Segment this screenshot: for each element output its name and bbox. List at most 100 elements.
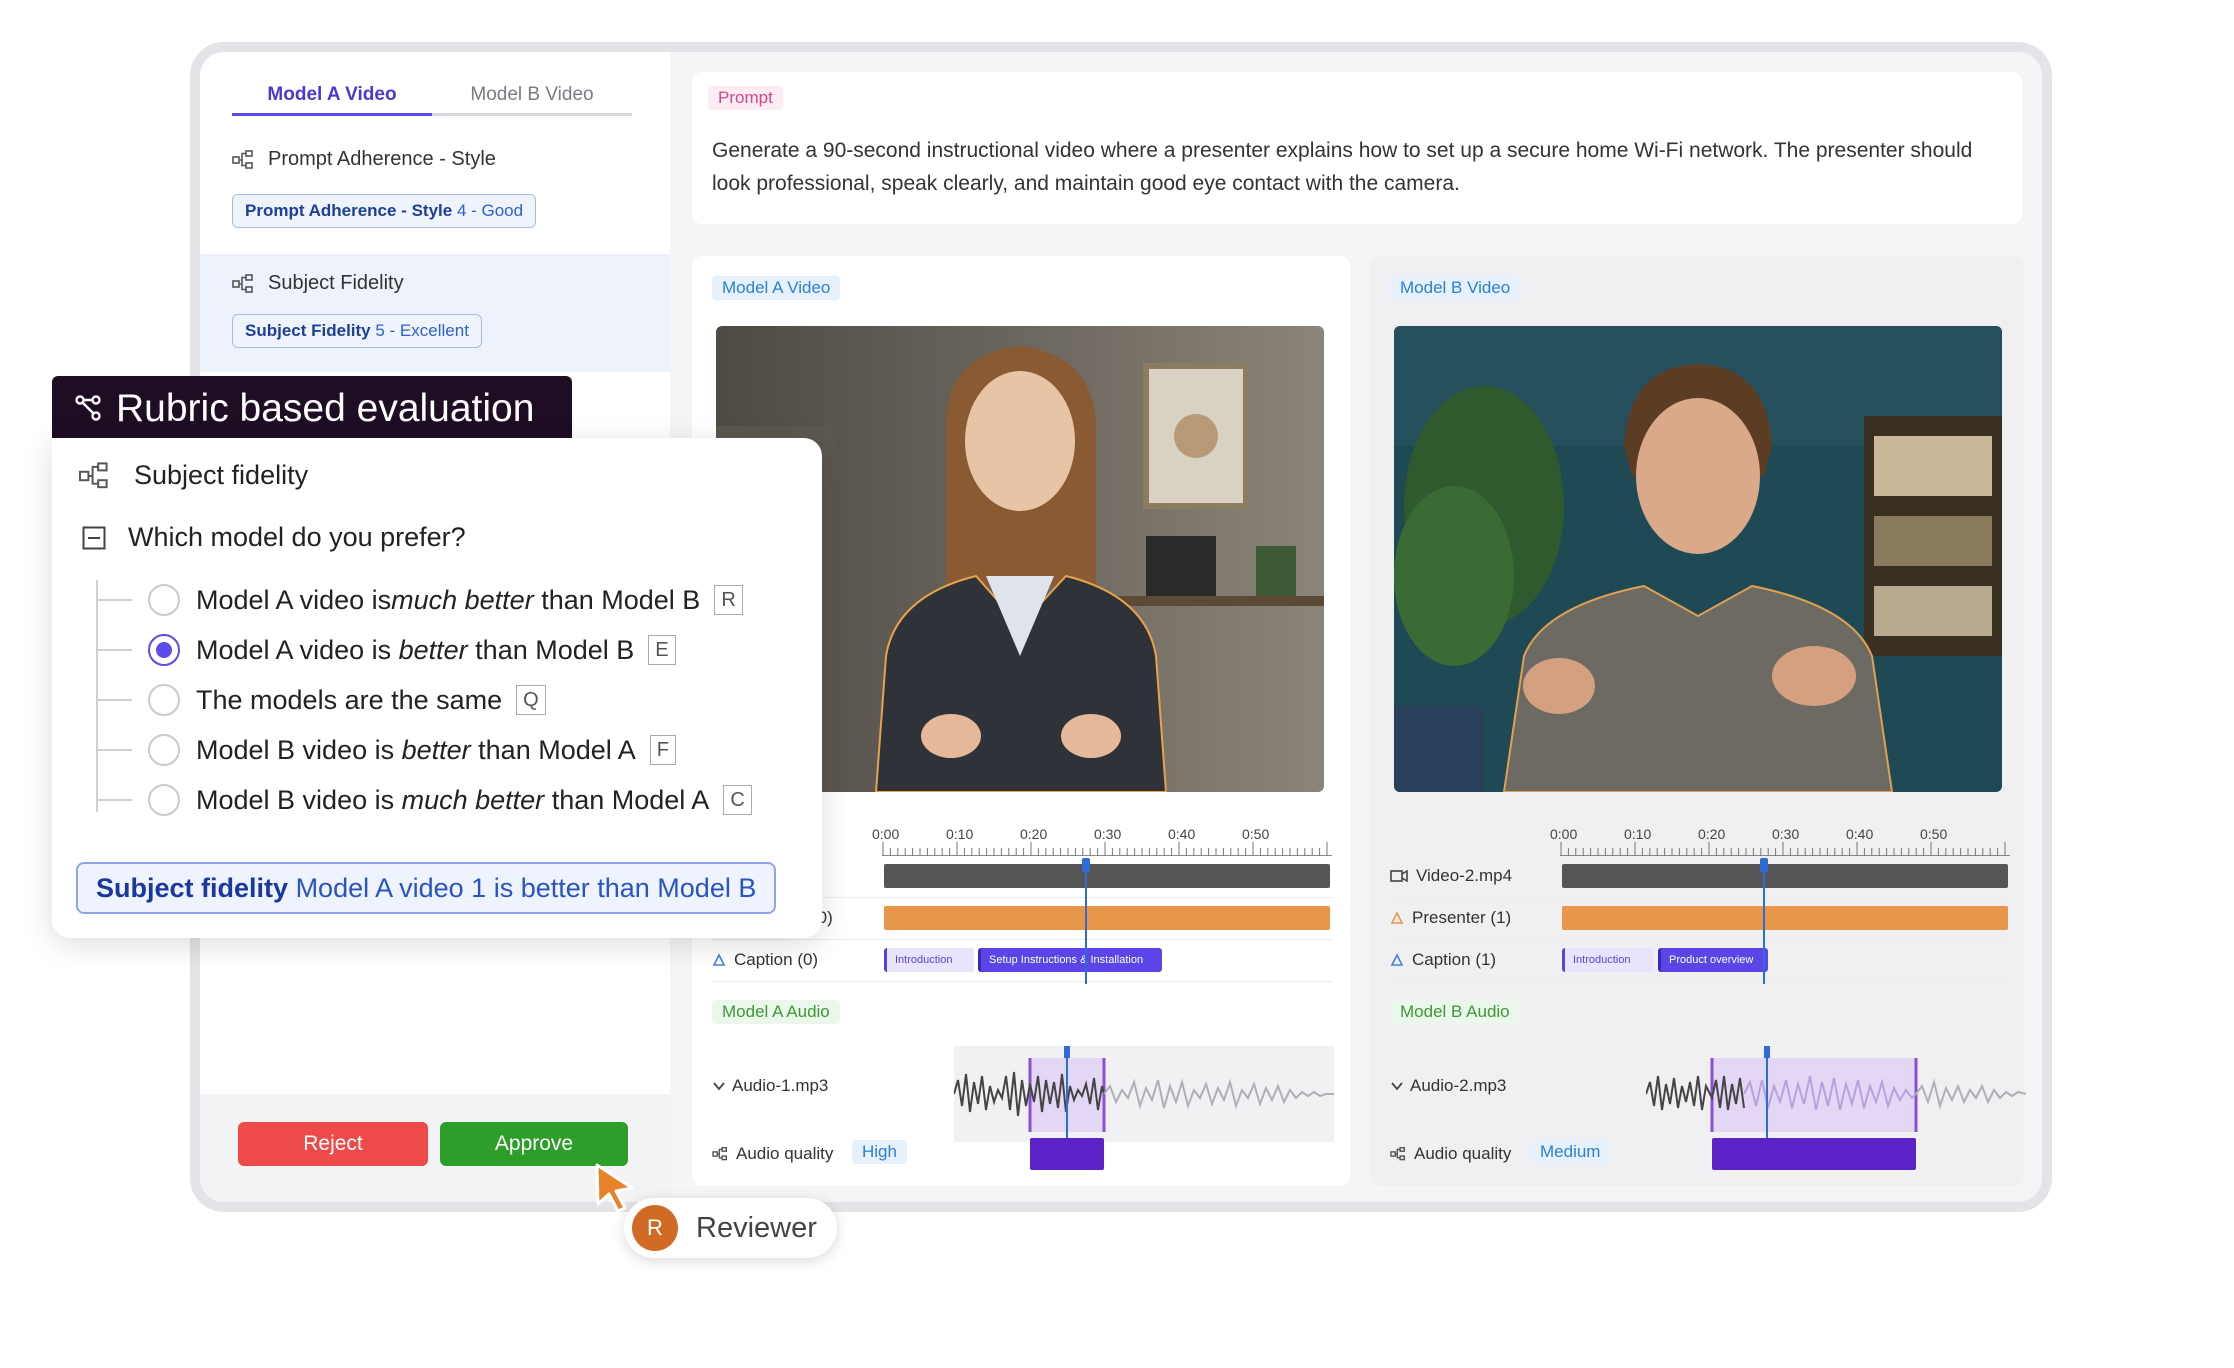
audio-quality-row: Audio quality Medium	[1390, 1136, 2030, 1176]
audio-waveform[interactable]	[954, 1046, 1334, 1142]
option-text: than Model A	[544, 784, 710, 815]
ruler-ticks	[1560, 842, 2010, 856]
video-tabs: Model A Video Model B Video	[232, 78, 632, 116]
audio-waveform[interactable]	[1646, 1046, 2026, 1142]
ruler-label: 0:10	[946, 826, 974, 842]
caption-segment[interactable]: Introduction	[884, 948, 974, 972]
audio-tag: Model B Audio	[1390, 1000, 1520, 1024]
presenter-track-bar[interactable]	[884, 906, 1330, 930]
preference-option[interactable]: Model A video is much better than Model …	[96, 580, 743, 620]
quality-value: Medium	[1530, 1140, 1611, 1164]
hierarchy-icon	[712, 1147, 727, 1161]
hierarchy-icon	[79, 461, 108, 488]
video-player[interactable]	[1394, 326, 2002, 792]
rubric-item-subject-fidelity[interactable]: Subject Fidelity Subject Fidelity 5 - Ex…	[200, 254, 670, 372]
audio-quality-row: Audio quality High	[712, 1136, 1352, 1176]
rubric-subject: Subject fidelity	[134, 460, 309, 490]
cursor-icon	[595, 1163, 634, 1213]
chevron-down-icon[interactable]	[1390, 1079, 1404, 1093]
presenter-video-frame	[1394, 326, 2002, 792]
option-text: than Model A	[470, 734, 636, 765]
ruler-label: 0:50	[1242, 826, 1270, 842]
preference-option[interactable]: Model A video is better than Model B E	[96, 630, 676, 670]
radio-button-selected[interactable]	[148, 634, 180, 666]
audio-file-name: Audio-1.mp3	[732, 1076, 829, 1095]
rubric-panel-header: Rubric based evaluation	[52, 376, 572, 442]
video-icon	[1390, 869, 1408, 883]
preference-option[interactable]: Model B video is much better than Model …	[96, 780, 752, 820]
rubric-icon	[75, 395, 101, 421]
track-label: Presenter (1)	[1412, 908, 1512, 927]
tab-model-b-video[interactable]: Model B Video	[432, 78, 632, 113]
score-pill: Subject Fidelity 5 - Excellent	[232, 314, 482, 348]
caption-segment[interactable]: Product overview	[1658, 948, 1768, 972]
ruler-label: 0:00	[1550, 826, 1578, 842]
caption-segment[interactable]: Introduction	[1562, 948, 1654, 972]
ruler-label: 0:20	[1020, 826, 1048, 842]
audio-track: Audio-2.mp3	[1390, 1046, 2030, 1146]
ruler-label: 0:30	[1772, 826, 1800, 842]
chevron-down-icon[interactable]	[712, 1079, 726, 1093]
audio-track: Audio-1.mp3	[712, 1046, 1352, 1146]
presenter-icon	[1390, 911, 1404, 924]
track-label: Caption (0)	[734, 950, 819, 969]
video-track-bar[interactable]	[1562, 864, 2008, 888]
prompt-card: Prompt Generate a 90-second instructiona…	[692, 72, 2022, 224]
rubric-title: Subject Fidelity	[268, 272, 404, 294]
rubric-panel: Subject fidelity Which model do you pref…	[52, 438, 822, 938]
presenter-track-bar[interactable]	[1562, 906, 2008, 930]
option-emphasis: much better	[401, 784, 545, 815]
track-row: Caption (1) Introduction Product overvie…	[1390, 940, 2010, 982]
audio-tag: Model A Audio	[712, 1000, 840, 1024]
radio-button[interactable]	[148, 684, 180, 716]
track-row: Video-2.mp4	[1390, 856, 2010, 898]
model-b-video-card: Model B Video 0:00 0:10 0:20 0:30 0:40 0…	[1370, 256, 2026, 1186]
hierarchy-icon	[1390, 1147, 1405, 1161]
quality-bar[interactable]	[1030, 1138, 1104, 1170]
caption-icon	[712, 953, 726, 966]
question-text: Which model do you prefer?	[128, 522, 466, 552]
option-emphasis: much better	[391, 584, 534, 615]
caption-segment[interactable]: Setup Instructions & Installation	[978, 948, 1162, 972]
avatar: R	[632, 1205, 678, 1251]
ruler-label: 0:10	[1624, 826, 1652, 842]
ruler-label: 0:20	[1698, 826, 1726, 842]
preference-option[interactable]: Model B video is better than Model A F	[96, 730, 676, 770]
score-pill: Prompt Adherence - Style 4 - Good	[232, 194, 537, 228]
shortcut-key: Q	[516, 685, 546, 715]
radio-button[interactable]	[148, 784, 180, 816]
shortcut-key: R	[714, 585, 743, 615]
option-text: Model B video is	[196, 784, 402, 815]
track-row: Caption (0) Introduction Setup Instructi…	[712, 940, 1332, 982]
video-track-bar[interactable]	[884, 864, 1330, 888]
prompt-tag: Prompt	[708, 86, 783, 110]
option-emphasis: better	[398, 634, 468, 665]
playhead	[1763, 858, 1765, 984]
rubric-item-prompt-adherence[interactable]: Prompt Adherence - Style Prompt Adherenc…	[200, 122, 670, 254]
radio-button[interactable]	[148, 584, 180, 616]
timeline-ruler: 0:00 0:10 0:20 0:30 0:40 0:50	[1550, 826, 2010, 856]
radio-button[interactable]	[148, 734, 180, 766]
video-tag: Model A Video	[712, 276, 841, 300]
quality-label: Audio quality	[1414, 1144, 1512, 1163]
track-label: Video-2.mp4	[1416, 866, 1513, 885]
preference-option[interactable]: The models are the same Q	[96, 680, 546, 720]
option-text: than Model B	[467, 634, 635, 665]
track-row: Presenter (1)	[1390, 898, 2010, 940]
reject-button[interactable]: Reject	[238, 1122, 428, 1166]
track-label: Caption (1)	[1412, 950, 1497, 969]
approve-button[interactable]: Approve	[440, 1122, 628, 1166]
reviewer-name: Reviewer	[696, 1211, 817, 1244]
shortcut-key: C	[723, 785, 752, 815]
quality-bar[interactable]	[1712, 1138, 1916, 1170]
collapse-icon[interactable]	[82, 526, 106, 550]
hierarchy-icon	[232, 149, 253, 169]
ruler-label: 0:30	[1094, 826, 1122, 842]
option-text: Model A video is	[196, 634, 399, 665]
option-text: Model B video is	[196, 734, 402, 765]
shortcut-key: E	[648, 635, 676, 665]
ruler-ticks	[882, 842, 1332, 856]
tab-model-a-video[interactable]: Model A Video	[232, 78, 432, 116]
ruler-label: 0:40	[1168, 826, 1196, 842]
quality-label: Audio quality	[736, 1144, 834, 1163]
